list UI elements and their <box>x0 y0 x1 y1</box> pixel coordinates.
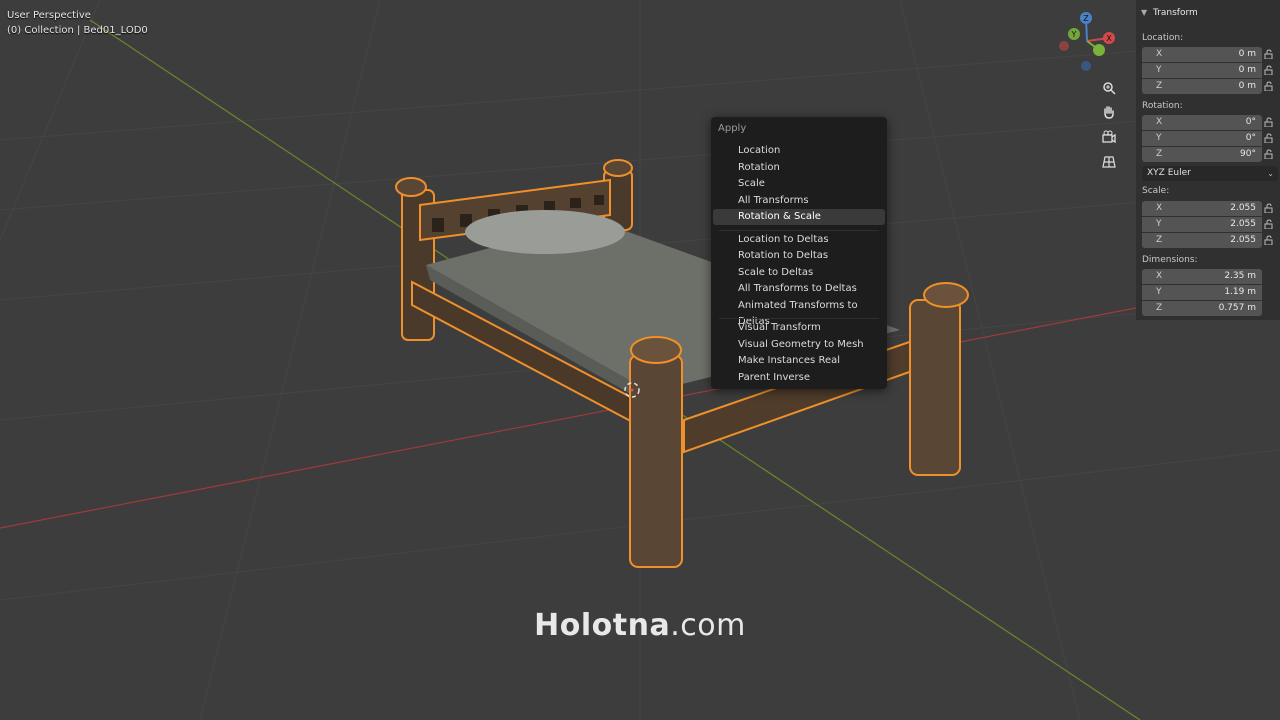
axis-label: Z <box>1156 303 1163 313</box>
menu-item-location-to-deltas[interactable]: Location to Deltas <box>713 232 885 248</box>
dimensions-y-field[interactable]: Y 1.19 m <box>1142 285 1262 300</box>
lock-icon[interactable] <box>1264 149 1274 159</box>
rotation-z-value: 90° <box>1240 149 1256 159</box>
menu-item-animated-transforms-to-deltas[interactable]: Animated Transforms to Deltas <box>713 298 885 327</box>
lock-icon[interactable] <box>1264 133 1274 143</box>
zoom-icon[interactable] <box>1100 79 1118 97</box>
dimensions-z-field[interactable]: Z 0.757 m <box>1142 301 1262 316</box>
location-z-value: 0 m <box>1238 81 1256 91</box>
gizmo-x-label: X <box>1106 34 1112 43</box>
menu-item-all-transforms-to-deltas[interactable]: All Transforms to Deltas <box>713 281 885 297</box>
axis-label: Z <box>1156 81 1163 91</box>
menu-separator <box>719 230 879 231</box>
axis-label: Z <box>1156 149 1163 159</box>
lock-icon[interactable] <box>1264 117 1274 127</box>
gizmo-y-label: Y <box>1071 30 1077 39</box>
rotation-x-value: 0° <box>1245 117 1256 127</box>
scale-y-value: 2.055 <box>1230 219 1256 229</box>
menu-item-scale[interactable]: Scale <box>713 176 885 192</box>
menu-item-parent-inverse[interactable]: Parent Inverse <box>713 370 885 386</box>
menu-item-scale-to-deltas[interactable]: Scale to Deltas <box>713 265 885 281</box>
chevron-down-icon: ⌄ <box>1267 169 1274 178</box>
grid-icon[interactable] <box>1100 153 1118 171</box>
axis-label: X <box>1156 117 1163 127</box>
gizmo-y-handle <box>1093 44 1105 56</box>
dimensions-y-value: 1.19 m <box>1224 287 1256 297</box>
axis-label: X <box>1156 203 1163 213</box>
axis-label: Y <box>1156 219 1162 229</box>
lock-icon[interactable] <box>1264 65 1274 75</box>
menu-item-visual-geometry-to-mesh[interactable]: Visual Geometry to Mesh <box>713 337 885 353</box>
location-y-field[interactable]: Y 0 m <box>1142 63 1262 78</box>
transform-header[interactable]: ▼ Transform <box>1136 4 1280 22</box>
gizmo-z-label: Z <box>1083 14 1089 23</box>
location-x-field[interactable]: X 0 m <box>1142 47 1262 62</box>
hand-icon[interactable] <box>1100 103 1118 121</box>
watermark-bold: Holotna <box>534 608 671 643</box>
axis-label: Y <box>1156 133 1162 143</box>
scale-z-field[interactable]: Z 2.055 <box>1142 233 1262 248</box>
location-x-value: 0 m <box>1238 49 1256 59</box>
rotation-mode-dropdown[interactable]: XYZ Euler ⌄ <box>1142 166 1278 181</box>
scale-x-value: 2.055 <box>1230 203 1256 213</box>
dimensions-label: Dimensions: <box>1142 255 1198 265</box>
dimensions-x-field[interactable]: X 2.35 m <box>1142 269 1262 284</box>
lock-icon[interactable] <box>1264 219 1274 229</box>
axis-label: X <box>1156 271 1163 281</box>
menu-item-all-transforms[interactable]: All Transforms <box>713 193 885 209</box>
menu-title: Apply <box>718 123 747 134</box>
collection-label: (0) Collection | Bed01_LOD0 <box>7 25 148 36</box>
lock-icon[interactable] <box>1264 49 1274 59</box>
chevron-down-icon: ▼ <box>1141 8 1148 17</box>
apply-menu: Apply Location Rotation Scale All Transf… <box>711 117 887 389</box>
transform-title: Transform <box>1153 8 1198 18</box>
perspective-label: User Perspective <box>7 10 91 21</box>
lock-icon[interactable] <box>1264 203 1274 213</box>
lock-icon[interactable] <box>1264 235 1274 245</box>
rotation-x-field[interactable]: X 0° <box>1142 115 1262 130</box>
dimensions-x-value: 2.35 m <box>1224 271 1256 281</box>
menu-item-rotation[interactable]: Rotation <box>713 160 885 176</box>
location-z-field[interactable]: Z 0 m <box>1142 79 1262 94</box>
scale-y-field[interactable]: Y 2.055 <box>1142 217 1262 232</box>
rotation-label: Rotation: <box>1142 101 1183 111</box>
location-y-value: 0 m <box>1238 65 1256 75</box>
rotation-y-value: 0° <box>1245 133 1256 143</box>
menu-separator <box>719 318 879 319</box>
rotation-y-field[interactable]: Y 0° <box>1142 131 1262 146</box>
viewport-info: User Perspective (0) Collection | Bed01_… <box>7 8 148 38</box>
axis-label: Z <box>1156 235 1163 245</box>
lock-icon[interactable] <box>1264 81 1274 91</box>
watermark-light: .com <box>670 608 746 643</box>
rotation-mode-value: XYZ Euler <box>1147 168 1191 178</box>
axis-label: Y <box>1156 287 1162 297</box>
dimensions-z-value: 0.757 m <box>1218 303 1256 313</box>
scale-label: Scale: <box>1142 186 1170 196</box>
navigation-gizmo[interactable]: X Y Z <box>1054 8 1120 74</box>
menu-item-location[interactable]: Location <box>713 143 885 159</box>
menu-item-rotation-to-deltas[interactable]: Rotation to Deltas <box>713 248 885 264</box>
menu-item-rotation-scale[interactable]: Rotation & Scale <box>713 209 885 225</box>
menu-item-visual-transform[interactable]: Visual Transform <box>713 320 885 336</box>
location-label: Location: <box>1142 33 1184 43</box>
scale-x-field[interactable]: X 2.055 <box>1142 201 1262 216</box>
axis-label: Y <box>1156 65 1162 75</box>
menu-item-make-instances-real[interactable]: Make Instances Real <box>713 353 885 369</box>
transform-panel: ▼ Transform Location: X 0 m Y 0 m Z 0 m Rot… <box>1136 0 1280 320</box>
camera-icon[interactable] <box>1100 128 1118 146</box>
watermark: Holotna.com <box>0 608 1280 643</box>
rotation-z-field[interactable]: Z 90° <box>1142 147 1262 162</box>
scale-z-value: 2.055 <box>1230 235 1256 245</box>
axis-label: X <box>1156 49 1163 59</box>
